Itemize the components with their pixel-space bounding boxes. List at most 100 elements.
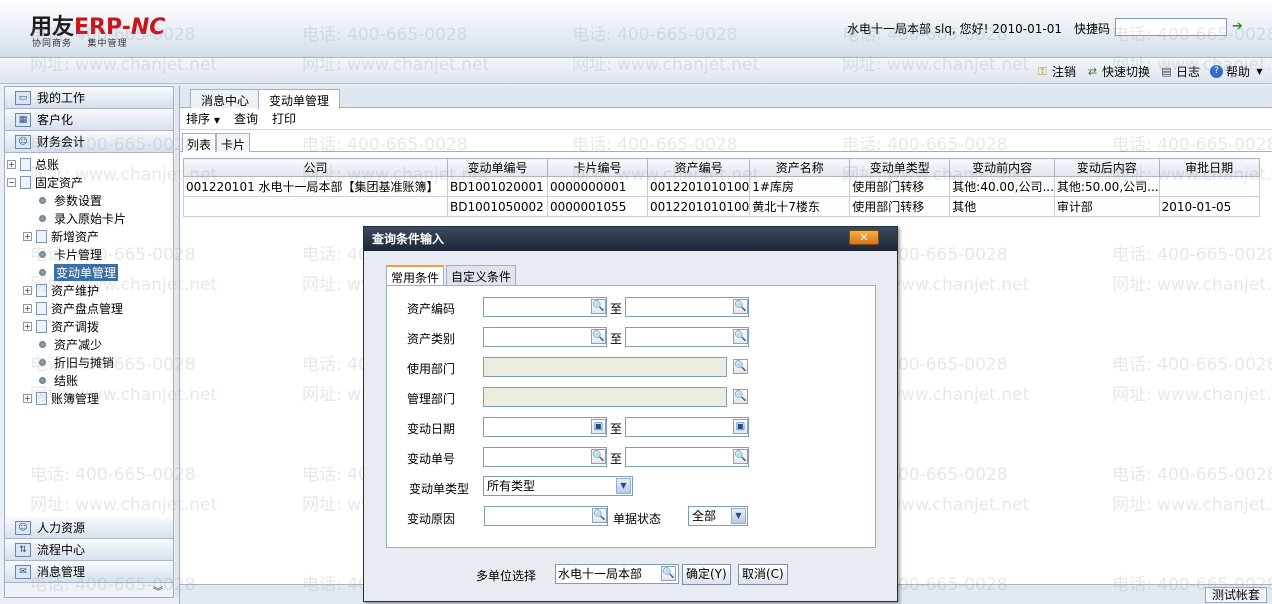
column-header[interactable]: 资产编号 [646, 158, 751, 177]
column-header[interactable]: 变动前内容 [949, 158, 1055, 177]
doc-status-select[interactable]: 全部 ▼ [688, 506, 748, 526]
expand-icon[interactable]: + [7, 159, 16, 169]
tree-item-reduce[interactable]: 资产减少 [5, 335, 173, 353]
column-header[interactable]: 变动后内容 [1053, 158, 1160, 177]
search-icon[interactable]: 🔍 [733, 359, 748, 374]
ok-button[interactable]: 确定(Y) [682, 564, 731, 585]
tab-message-center[interactable]: 消息中心 [190, 89, 261, 108]
expand-icon[interactable]: + [23, 393, 32, 403]
change-no-to-input[interactable] [625, 447, 749, 467]
log-link[interactable]: ▤ 日志 [1160, 63, 1200, 80]
help-label: 帮助 [1225, 65, 1250, 79]
search-icon[interactable]: 🔍 [661, 566, 676, 581]
tab-common-conditions[interactable]: 常用条件 [386, 265, 445, 285]
column-header[interactable]: 审批日期 [1158, 158, 1260, 177]
use-dept-input[interactable] [483, 357, 727, 377]
folder-icon [20, 175, 31, 189]
table-row[interactable]: BD1001050002 0000001055 0012201010100 黄北十7楼… [183, 196, 1260, 217]
tree-item-change-mgmt[interactable]: 变动单管理 [5, 263, 173, 281]
change-date-from-input[interactable] [483, 417, 607, 437]
quick-code-input[interactable] [1115, 18, 1227, 36]
tab-list[interactable]: 列表 [182, 133, 217, 152]
nav-customize[interactable]: ▦ 客户化 [5, 109, 173, 131]
calendar-icon[interactable]: ▣ [733, 419, 748, 434]
manage-dept-input[interactable] [483, 387, 727, 407]
change-reason-input[interactable] [484, 506, 608, 526]
tree-item-params[interactable]: 参数设置 [5, 191, 173, 209]
tree-item-new-assets[interactable]: + 新增资产 [5, 227, 173, 245]
tree-item-transfer[interactable]: + 资产调拨 [5, 317, 173, 335]
asset-type-to-input[interactable] [625, 327, 749, 347]
tree-item-depreciation[interactable]: 折旧与摊销 [5, 353, 173, 371]
table-cell: BD1001050002 [447, 196, 548, 217]
table-row[interactable]: 001220101 水电十一局本部【集团基准账簿】 BD1001020001 000… [183, 176, 1260, 197]
expand-icon[interactable]: + [23, 303, 32, 313]
expand-icon[interactable]: + [23, 285, 32, 295]
table-cell: 黄北十7楼东 [749, 196, 851, 217]
column-header[interactable]: 变动单类型 [849, 158, 951, 177]
tab-card[interactable]: 卡片 [216, 133, 251, 152]
tree-item-label: 折旧与摊销 [54, 355, 115, 370]
change-date-to-input[interactable] [625, 417, 749, 437]
tree-item-enter-cards[interactable]: 录入原始卡片 [5, 209, 173, 227]
search-icon[interactable]: 🔍 [733, 329, 748, 344]
sort-label: 排序 [186, 112, 211, 126]
search-icon[interactable]: 🔍 [591, 329, 606, 344]
tree-item-books[interactable]: + 账簿管理 [5, 389, 173, 407]
calendar-icon[interactable]: ▣ [591, 419, 606, 434]
expand-icon[interactable]: + [23, 231, 32, 241]
collapse-icon[interactable]: − [7, 177, 16, 187]
go-arrow-icon[interactable]: ➔ [1232, 20, 1246, 34]
expand-icon[interactable]: + [23, 321, 32, 331]
close-icon[interactable]: ✕ [849, 230, 879, 245]
quick-switch-link[interactable]: ⇄ 快速切换 [1086, 63, 1150, 80]
asset-type-label: 资产类别 [407, 332, 456, 346]
quick-code-label: 快捷码 [1074, 22, 1111, 36]
column-header[interactable]: 卡片编号 [547, 158, 648, 177]
tab-change-mgmt[interactable]: 变动单管理 [258, 89, 341, 109]
column-header[interactable]: 公司 [183, 158, 448, 177]
column-header[interactable]: 资产名称 [749, 158, 851, 177]
cancel-button[interactable]: 取消(C) [738, 564, 788, 585]
change-type-label: 变动单类型 [409, 482, 470, 496]
tree-item-label: 新增资产 [51, 229, 100, 244]
nav-finance[interactable]: ☺ 财务会计 [5, 131, 173, 153]
tree-item-label: 总账 [35, 157, 60, 172]
asset-code-from-input[interactable] [483, 297, 607, 317]
chevron-double-down-icon[interactable]: ︾ [5, 583, 173, 598]
tree-item-close[interactable]: 结账 [5, 371, 173, 389]
tab-custom-conditions[interactable]: 自定义条件 [446, 265, 517, 285]
search-icon[interactable]: 🔍 [733, 449, 748, 464]
table-cell: 审计部 [1053, 196, 1160, 217]
help-link[interactable]: ? 帮助 ▼ [1209, 63, 1266, 80]
tree-item-fixed-assets[interactable]: − 固定资产 [5, 173, 173, 191]
change-type-select[interactable]: 所有类型 ▼ [483, 476, 633, 496]
change-no-from-input[interactable] [483, 447, 607, 467]
search-icon[interactable]: 🔍 [733, 299, 748, 314]
nav-flow[interactable]: ⇅ 流程中心 [5, 539, 173, 561]
asset-code-to-input[interactable] [625, 297, 749, 317]
nav-hr[interactable]: ☺ 人力资源 [5, 517, 173, 539]
logout-link[interactable]: ⚿ 注销 [1036, 63, 1076, 80]
query-button[interactable]: 查询 [234, 110, 258, 127]
search-icon[interactable]: 🔍 [592, 508, 607, 523]
dialog-title: 查询条件输入 [364, 227, 897, 251]
grid-icon: ▦ [15, 112, 31, 127]
tree-item-card-mgmt[interactable]: 卡片管理 [5, 245, 173, 263]
table-header-row: 公司 变动单编号 卡片编号 资产编号 资产名称 变动单类型 变动前内容 变动后内容 审批日期 [183, 158, 1260, 177]
column-header[interactable]: 变动单编号 [447, 158, 548, 177]
tree-item-inventory[interactable]: + 资产盘点管理 [5, 299, 173, 317]
tree-item-maintenance[interactable]: + 资产维护 [5, 281, 173, 299]
search-icon[interactable]: 🔍 [591, 449, 606, 464]
change-reason-label: 变动原因 [407, 512, 456, 526]
nav-message[interactable]: ✉ 消息管理 [5, 561, 173, 583]
sort-button[interactable]: 排序 ▼ [186, 110, 220, 127]
asset-type-from-input[interactable] [483, 327, 607, 347]
folder-icon [36, 229, 47, 243]
search-icon[interactable]: 🔍 [591, 299, 606, 314]
search-icon[interactable]: 🔍 [733, 389, 748, 404]
nav-my-work[interactable]: ▭ 我的工作 [5, 87, 173, 109]
tree-item-ledger[interactable]: + 总账 [5, 155, 173, 173]
leaf-icon [39, 250, 46, 258]
print-button[interactable]: 打印 [272, 110, 296, 127]
